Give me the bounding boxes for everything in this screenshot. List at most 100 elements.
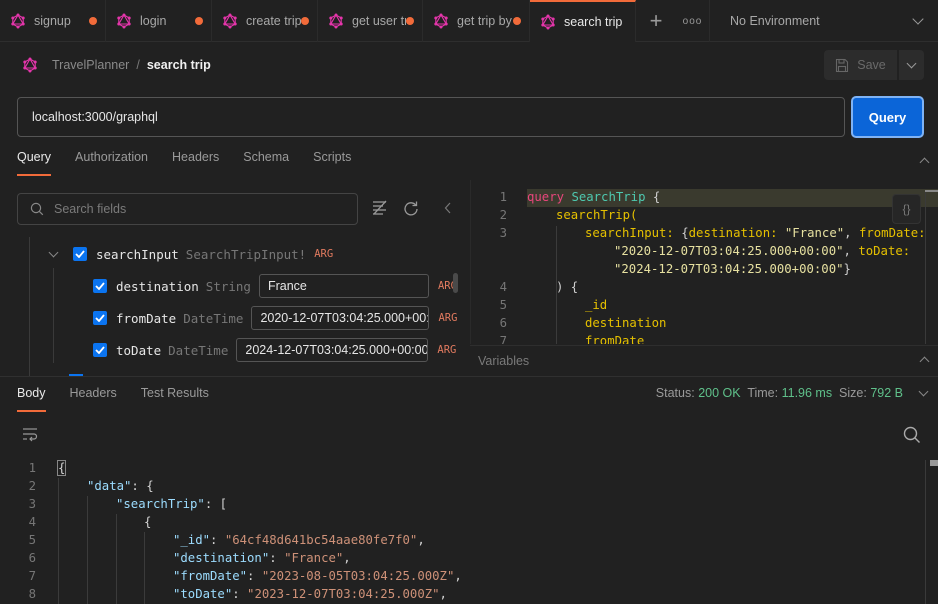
json-line: "destination": "France", [173, 551, 351, 565]
unsaved-dot-icon [89, 17, 97, 25]
line-number: 1 [499, 190, 507, 204]
code-line: searchTrip( [556, 208, 638, 222]
arg-badge: ARG [314, 248, 334, 260]
chevron-down-icon[interactable] [48, 247, 59, 257]
request-tabs: Query Authorization Headers Schema Scrip… [17, 150, 375, 178]
save-options-button[interactable] [899, 50, 924, 80]
tab-login[interactable]: login [106, 0, 212, 42]
explorer-scrollbar[interactable] [453, 273, 458, 293]
checkbox-destination[interactable] [93, 279, 107, 293]
arg-badge: ARG [438, 312, 458, 324]
chevron-left-icon[interactable] [444, 202, 452, 214]
tree-guide [29, 237, 30, 376]
breadcrumb-collection[interactable]: TravelPlanner [52, 58, 129, 72]
line-number: 7 [28, 569, 36, 583]
json-line: { [144, 515, 152, 529]
prettify-button[interactable]: {} [892, 194, 921, 224]
tab-authorization[interactable]: Authorization [75, 150, 148, 178]
tab-test-results[interactable]: Test Results [141, 386, 209, 414]
line-number: 4 [28, 515, 36, 529]
plus-icon: + [649, 8, 663, 33]
url-input[interactable]: localhost:3000/graphql [17, 97, 845, 137]
field-name: toDate [116, 342, 162, 358]
tab-create-trip[interactable]: create trip [212, 0, 318, 42]
response-tabs: Body Headers Test Results [17, 386, 233, 414]
response-meta: Status: 200 OK Time: 11.96 ms Size: 792 … [656, 386, 903, 400]
field-name: fromDate [116, 310, 177, 326]
fromDate-value-input[interactable]: 2020-12-07T03:04:25.000+00:00 [251, 306, 430, 330]
new-tab-button[interactable]: + [636, 0, 676, 42]
unsaved-dot-icon [195, 17, 203, 25]
braces-icon: {} [902, 202, 911, 216]
collapse-request-icon[interactable] [919, 157, 930, 168]
save-label: Save [857, 58, 886, 72]
line-number: 5 [499, 298, 507, 312]
panel-divider[interactable] [0, 376, 938, 377]
response-scrollbar[interactable] [930, 460, 938, 466]
tab-scripts[interactable]: Scripts [313, 150, 351, 178]
tab-search-trip[interactable]: search trip [530, 0, 636, 42]
save-button[interactable]: Save [824, 50, 897, 80]
line-number: 2 [28, 479, 36, 493]
indent-guide [556, 298, 557, 344]
field-type: DateTime [183, 310, 244, 326]
code-line: ) { [556, 280, 579, 294]
tab-label: signup [34, 14, 71, 28]
environment-selector[interactable]: No Environment [710, 0, 938, 41]
line-number: 6 [28, 551, 36, 565]
tab-schema[interactable]: Schema [243, 150, 289, 178]
tab-signup[interactable]: signup [0, 0, 106, 42]
save-group: Save [824, 50, 924, 80]
checkbox-searchInput[interactable] [73, 247, 87, 261]
editor-scrollbar[interactable] [925, 190, 938, 192]
search-icon[interactable] [903, 426, 921, 444]
destination-value-input[interactable]: France [258, 274, 429, 298]
query-button[interactable]: Query [851, 96, 924, 138]
refresh-icon[interactable] [403, 200, 419, 216]
tab-get-user-trips[interactable]: get user tr [318, 0, 423, 42]
graphql-icon [116, 13, 132, 29]
arg-badge: ARG [437, 344, 457, 356]
time-value[interactable]: 11.96 ms [782, 386, 833, 400]
indent-guide [58, 478, 59, 604]
toDate-value-input[interactable]: 2024-12-07T03:04:25.000+00:00 [236, 338, 429, 362]
status-value[interactable]: 200 OK [698, 386, 740, 400]
graphql-icon [328, 13, 344, 29]
variables-panel-toggle[interactable]: Variables [470, 345, 938, 375]
explorer-field-row: destination String France ARG [93, 274, 457, 298]
checkbox-fromDate[interactable] [93, 311, 107, 325]
search-placeholder: Search fields [54, 202, 127, 216]
chevron-down-icon[interactable] [918, 386, 929, 397]
tab-query[interactable]: Query [17, 150, 52, 178]
query-editor[interactable]: 1 2 3 4 5 6 7 query SearchTrip { searchT… [470, 180, 938, 344]
more-tabs-button[interactable]: ooo [676, 0, 710, 42]
response-body[interactable]: 1 2 3 4 5 6 7 8 { "data": { "searchTrip"… [0, 458, 938, 604]
tab-label: get user tr [352, 14, 406, 28]
tab-headers[interactable]: Headers [172, 150, 219, 178]
check-icon [95, 346, 105, 354]
checkbox-toDate[interactable] [93, 343, 107, 357]
line-number: 8 [28, 587, 36, 601]
line-number: 2 [499, 208, 507, 222]
line-number: 4 [499, 280, 507, 294]
unsaved-dot-icon [301, 17, 309, 25]
code-line: destination [585, 316, 667, 330]
tab-bar: signup login create trip get user tr get… [0, 0, 938, 42]
code-line: "2024-12-07T03:04:25.000+00:00"} [614, 262, 851, 276]
json-line: "_id": "64cf48d641bc54aae80fe7f0", [173, 533, 425, 547]
tab-get-trip-by[interactable]: get trip by [423, 0, 530, 42]
size-value[interactable]: 792 B [870, 386, 903, 400]
explorer-field-row: toDate DateTime 2024-12-07T03:04:25.000+… [93, 338, 456, 362]
word-wrap-icon[interactable] [22, 427, 38, 443]
tab-response-headers[interactable]: Headers [70, 386, 117, 414]
indent-guide [116, 514, 117, 604]
tab-body[interactable]: Body [17, 386, 46, 414]
breadcrumb-request[interactable]: search trip [147, 58, 211, 72]
breadcrumb-separator: / [136, 58, 140, 72]
line-number: 3 [28, 497, 36, 511]
json-line: "fromDate": "2023-08-05T03:04:25.000Z", [173, 569, 462, 583]
clear-formatting-icon[interactable] [371, 200, 389, 216]
chevron-down-icon [912, 12, 924, 25]
line-number: 5 [28, 533, 36, 547]
search-fields-input[interactable]: Search fields [17, 193, 358, 225]
